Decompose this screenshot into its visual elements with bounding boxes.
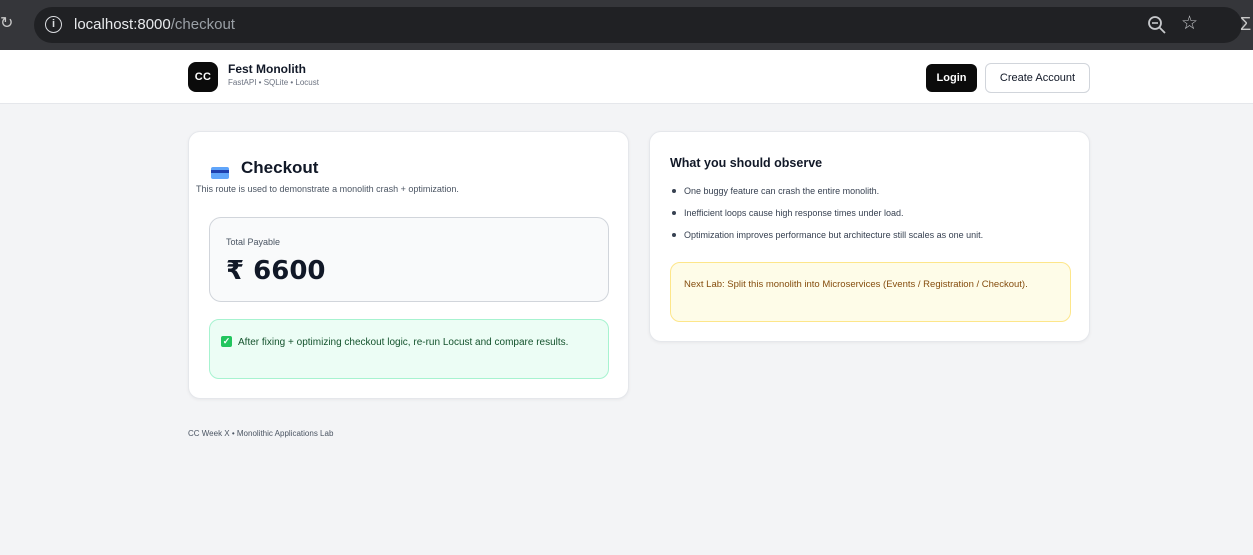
login-button[interactable]: Login — [926, 64, 977, 92]
success-message: After fixing + optimizing checkout logic… — [238, 337, 569, 348]
observe-title: What you should observe — [670, 156, 823, 170]
checkout-description: This route is used to demonstrate a mono… — [196, 184, 459, 194]
brand-logo[interactable]: CC — [188, 62, 218, 92]
info-icon[interactable]: i — [45, 16, 62, 33]
success-alert: ✓ After fixing + optimizing checkout log… — [209, 319, 609, 379]
total-payable-box: Total Payable ₹ 6600 — [209, 217, 609, 302]
browser-toolbar: ↻ i localhost:8000/checkout ☆ Σ — [0, 0, 1253, 50]
reload-icon[interactable]: ↻ — [0, 12, 12, 36]
credit-card-icon — [211, 167, 229, 179]
total-payable-amount: ₹ 6600 — [226, 256, 326, 286]
list-item: One buggy feature can crash the entire m… — [669, 184, 983, 206]
list-item: Optimization improves performance but ar… — [669, 228, 983, 250]
brand-subtitle: FastAPI • SQLite • Locust — [228, 78, 319, 87]
checkout-title: Checkout — [241, 158, 319, 177]
next-lab-note: Next Lab: Split this monolith into Micro… — [670, 262, 1071, 322]
star-icon[interactable]: ☆ — [1181, 12, 1198, 36]
observe-card: What you should observe One buggy featur… — [649, 131, 1090, 342]
next-lab-text: Next Lab: Split this monolith into Micro… — [684, 279, 1028, 290]
observe-list: One buggy feature can crash the entire m… — [669, 184, 983, 250]
total-payable-label: Total Payable — [226, 237, 281, 247]
create-account-button[interactable]: Create Account — [985, 63, 1090, 93]
checkout-card: Checkout This route is used to demonstra… — [188, 131, 629, 399]
url-host: localhost:8000 — [74, 16, 171, 33]
list-item: Inefficient loops cause high response ti… — [669, 206, 983, 228]
zoom-icon[interactable] — [1145, 13, 1169, 37]
extensions-icon[interactable]: Σ — [1240, 12, 1251, 36]
brand-name[interactable]: Fest Monolith — [228, 62, 306, 76]
page-footer: CC Week X • Monolithic Applications Lab — [188, 429, 334, 438]
top-nav: CC Fest Monolith FastAPI • SQLite • Locu… — [0, 50, 1253, 104]
url-path: /checkout — [170, 16, 235, 33]
url-text[interactable]: localhost:8000/checkout — [74, 15, 235, 35]
address-bar[interactable]: i localhost:8000/checkout ☆ — [34, 7, 1242, 43]
